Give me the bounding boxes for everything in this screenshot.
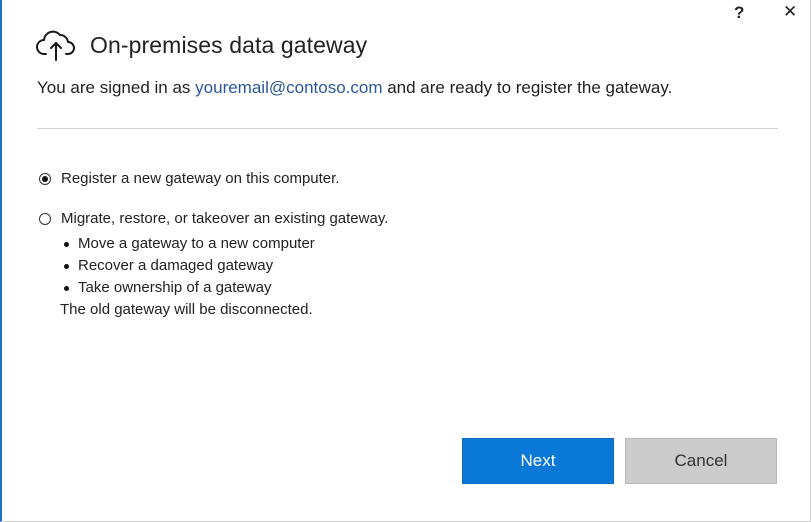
signed-in-prefix: You are signed in as [37, 78, 196, 97]
user-email: youremail@contoso.com [195, 78, 383, 97]
next-button[interactable]: Next [462, 438, 614, 484]
dialog-title: On-premises data gateway [90, 31, 368, 58]
bullet-icon [64, 285, 69, 291]
close-button[interactable]: ✕ [783, 2, 797, 22]
bullet-icon [64, 241, 69, 247]
migrate-existing-radio[interactable] [39, 212, 51, 225]
dialog-header: On-premises data gateway [36, 25, 367, 65]
cloud-upload-icon [36, 28, 76, 62]
disconnect-note: The old gateway will be disconnected. [60, 301, 313, 318]
list-item: Recover a damaged gateway [64, 255, 315, 277]
gateway-dialog: ? ✕ On-premises data gateway You are sig… [0, 0, 811, 522]
header-divider [37, 128, 778, 129]
migrate-details: Move a gateway to a new computer Recover… [60, 233, 315, 321]
list-item: Take ownership of a gateway [64, 277, 315, 299]
option-register-new[interactable]: Register a new gateway on this computer. [39, 170, 339, 187]
register-new-radio[interactable] [39, 172, 51, 185]
list-item: Move a gateway to a new computer [64, 233, 315, 255]
option-migrate-existing[interactable]: Migrate, restore, or takeover an existin… [39, 210, 388, 227]
cancel-button[interactable]: Cancel [625, 438, 777, 484]
help-button[interactable]: ? [734, 3, 744, 23]
bullet-text: Take ownership of a gateway [78, 279, 272, 296]
migrate-existing-label: Migrate, restore, or takeover an existin… [61, 210, 389, 227]
register-new-label: Register a new gateway on this computer. [61, 170, 340, 187]
bullet-text: Recover a damaged gateway [78, 257, 274, 274]
signed-in-message: You are signed in as youremail@contoso.c… [37, 76, 717, 100]
signed-in-suffix: and are ready to register the gateway. [382, 78, 673, 97]
bullet-icon [64, 263, 69, 269]
bullet-text: Move a gateway to a new computer [78, 235, 315, 252]
